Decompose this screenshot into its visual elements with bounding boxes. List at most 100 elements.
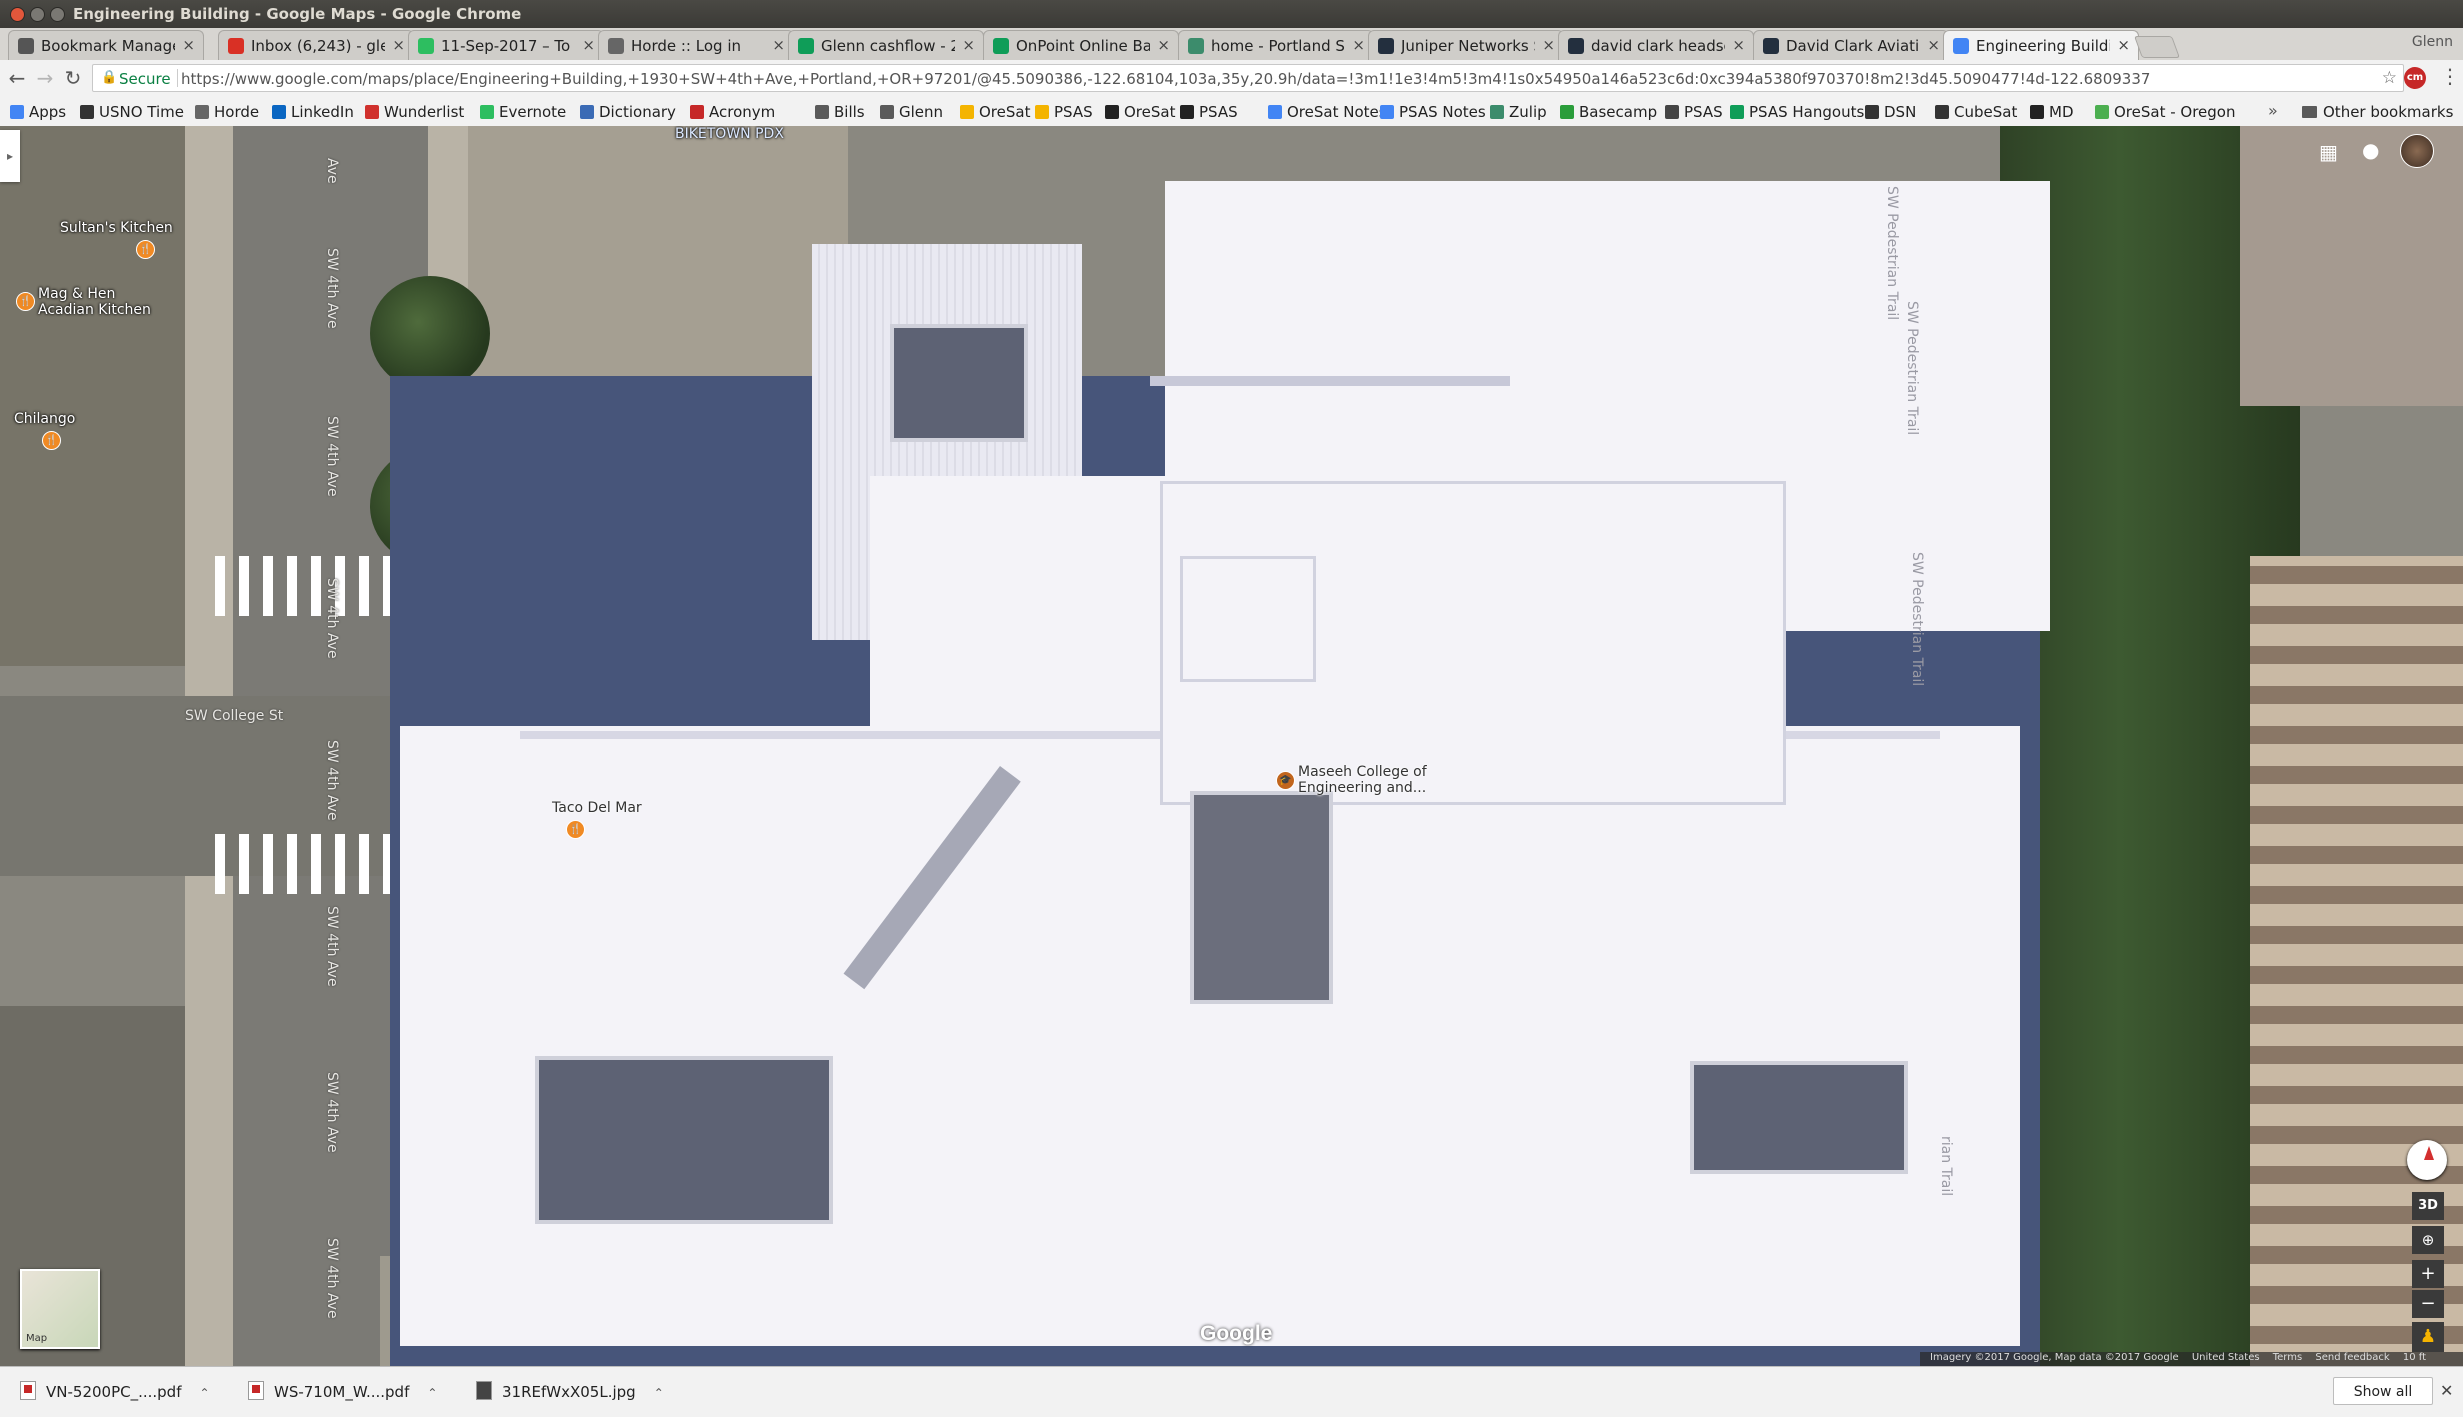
poi-mag-hen-sub[interactable]: Acadian Kitchen [38,302,151,318]
restaurant-pin-icon[interactable]: 🍴 [42,431,61,450]
tab-close-icon[interactable]: × [1352,36,1365,54]
other-bookmarks[interactable]: Other bookmarks [2302,103,2453,121]
bookmark-item[interactable]: PSAS [1180,103,1238,121]
poi-maseeh-college[interactable]: Maseeh College of [1298,764,1427,780]
attribution-terms[interactable]: Terms [2273,1352,2302,1363]
bookmark-star-icon[interactable]: ☆ [2382,68,2397,88]
tab-4[interactable]: Glenn cashflow - 20 × [788,30,984,60]
zoom-in-button[interactable]: + [2412,1260,2444,1288]
bookmark-item[interactable]: OreSat - Oregon [2095,103,2236,121]
chrome-menu-icon[interactable]: ⋮ [2440,64,2460,88]
bookmark-item[interactable]: PSAS Hangouts [1730,103,1864,121]
street-view-pegman-icon[interactable]: ♟ [2412,1322,2444,1352]
bookmark-item[interactable]: Glenn [880,103,943,121]
bookmark-item[interactable]: MD [2030,103,2074,121]
address-bar[interactable]: 🔒 Secure https://www.google.com/maps/pla… [92,64,2404,92]
poi-mag-hen[interactable]: Mag & Hen [38,286,115,302]
download-item[interactable]: VN-5200PC_....pdf ⌃ [20,1381,210,1401]
tab-1[interactable]: Inbox (6,243) - glen × [218,30,414,60]
profile-name[interactable]: Glenn [2412,34,2453,50]
bookmark-item[interactable]: OreSat [1105,103,1175,121]
restaurant-pin-icon[interactable]: 🍴 [136,240,155,259]
tilt-3d-button[interactable]: 3D [2412,1192,2444,1220]
download-item[interactable]: WS-710M_W....pdf ⌃ [248,1381,437,1401]
my-location-icon[interactable]: ⊕ [2412,1226,2444,1254]
attribution-country[interactable]: United States [2192,1352,2260,1363]
bookmark-item[interactable]: Dictionary [580,103,676,121]
bookmark-item[interactable]: Acronym [690,103,775,121]
tab-close-icon[interactable]: × [1542,36,1555,54]
bookmark-item[interactable]: Zulip [1490,103,1547,121]
tab-10[interactable]: Engineering Buildi × [1943,30,2139,61]
tab-6[interactable]: home - Portland St × [1178,30,1374,60]
tab-9[interactable]: David Clark Aviatio × [1753,30,1949,60]
university-pin-icon[interactable]: 🎓 [1276,771,1295,790]
close-downloads-icon[interactable]: ✕ [2440,1381,2453,1400]
restaurant-pin-icon[interactable]: 🍴 [16,292,35,311]
bookmark-item[interactable]: LinkedIn [272,103,354,121]
chevron-up-icon[interactable]: ⌃ [654,1386,664,1400]
tab-5[interactable]: OnPoint Online Ba × [983,30,1179,60]
scale-label[interactable]: 10 ft [2403,1352,2426,1363]
show-all-downloads-button[interactable]: Show all [2333,1377,2433,1405]
tab-3[interactable]: Horde :: Log in × [598,30,794,60]
poi-sultans-kitchen[interactable]: Sultan's Kitchen [60,220,173,236]
google-apps-icon[interactable]: ▦ [2319,140,2343,164]
tab-2[interactable]: 11-Sep-2017 – To Do × [408,30,604,60]
bookmark-item[interactable]: Basecamp [1560,103,1657,121]
forward-icon[interactable]: → [34,67,56,89]
new-tab-button[interactable] [2133,36,2181,58]
bookmark-item[interactable]: CubeSat [1935,103,2017,121]
zoom-out-button[interactable]: − [2412,1290,2444,1318]
chevron-up-icon[interactable]: ⌃ [427,1386,437,1400]
bookmark-item[interactable]: OreSat [960,103,1030,121]
tab-close-icon[interactable]: × [962,36,975,54]
street-label-pedestrian-trail: SW Pedestrian Trail [1909,552,1925,687]
tab-close-icon[interactable]: × [582,36,595,54]
tab-7[interactable]: Juniper Networks S × [1368,30,1564,60]
download-item[interactable]: 31REfWxX05L.jpg ⌃ [476,1381,664,1401]
account-avatar[interactable] [2400,134,2434,168]
back-icon[interactable]: ← [6,67,28,89]
bookmark-item[interactable]: PSAS [1665,103,1723,121]
bookmark-item[interactable]: Wunderlist [365,103,464,121]
tab-close-icon[interactable]: × [182,36,195,54]
bookmark-item[interactable]: Bills [815,103,865,121]
tab-close-icon[interactable]: × [1927,36,1940,54]
bookmark-item[interactable]: DSN [1865,103,1916,121]
poi-biketown[interactable]: BIKETOWN PDX [675,126,784,142]
bookmarks-overflow-icon[interactable]: » [2268,101,2278,120]
satellite-map[interactable]: Ave SW 4th Ave SW 4th Ave SW 4th Ave SW … [0,126,2463,1366]
poi-taco-del-mar[interactable]: Taco Del Mar [552,800,642,816]
bookmark-item[interactable]: OreSat Notes [1268,103,1387,121]
restaurant-pin-icon[interactable]: 🍴 [566,820,585,839]
compass-icon[interactable] [2407,1140,2447,1180]
poi-chilango[interactable]: Chilango [14,411,75,427]
window-maximize-button[interactable] [50,7,65,22]
url-text[interactable]: https://www.google.com/maps/place/Engine… [181,70,2361,88]
window-minimize-button[interactable] [30,7,45,22]
bookmark-item[interactable]: PSAS Notes [1380,103,1486,121]
window-close-button[interactable] [10,7,25,22]
tab-close-icon[interactable]: × [1157,36,1170,54]
side-panel-toggle[interactable]: ▸ [0,130,20,182]
reload-icon[interactable]: ↻ [62,67,84,89]
bookmark-item[interactable]: USNO Time [80,103,184,121]
tab-0[interactable]: Bookmark Manage × [8,30,204,60]
extension-badge[interactable]: cm [2404,67,2426,89]
notifications-icon[interactable]: ● [2362,138,2386,162]
bookmark-item[interactable]: Apps [10,103,66,121]
attribution-feedback[interactable]: Send feedback [2315,1352,2389,1363]
tab-close-icon[interactable]: × [392,36,405,54]
bookmark-item[interactable]: PSAS [1035,103,1093,121]
tab-close-icon[interactable]: × [2117,36,2130,54]
drive-icon [1035,105,1049,119]
poi-maseeh-college-sub[interactable]: Engineering and... [1298,780,1426,796]
tab-8[interactable]: david clark headset × [1558,30,1754,60]
map-layer-toggle[interactable]: Map [20,1269,100,1349]
tab-close-icon[interactable]: × [1732,36,1745,54]
tab-close-icon[interactable]: × [772,36,785,54]
chevron-up-icon[interactable]: ⌃ [199,1386,209,1400]
bookmark-item[interactable]: Evernote [480,103,566,121]
bookmark-item[interactable]: Horde [195,103,259,121]
